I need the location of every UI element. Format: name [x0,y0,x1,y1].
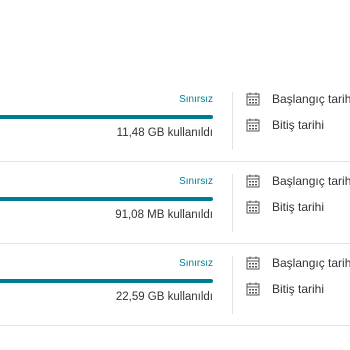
end-date-label: Bitiş tarihi [272,118,325,132]
usage-progress-bar [0,279,213,283]
start-date-label: Başlangıç tarihi [272,174,350,188]
limit-label: Sınırsız [179,94,213,105]
usage-progress-fill [0,197,213,201]
calendar-icon [246,282,260,296]
start-date-label: Başlangıç tarihi [272,92,350,106]
usage-text: 91,08 MB kullanıldı [115,209,213,221]
usage-page: Sınırsız 11,48 GB kullanıldı Başlangıç t… [0,0,350,350]
usage-progress-bar [0,115,213,119]
calendar-icon [246,200,260,214]
row-divider [0,325,350,326]
package-row: Sınırsız 22,59 GB kullanıldı Başlangıç t… [0,244,350,326]
limit-label: Sınırsız [179,258,213,269]
calendar-icon [246,256,260,270]
usage-text: 11,48 GB kullanıldı [116,127,213,139]
calendar-icon [246,118,260,132]
end-date: Bitiş tarihi [246,281,324,297]
start-date: Başlangıç tarihi [246,91,350,107]
calendar-icon [246,174,260,188]
end-date: Bitiş tarihi [246,117,324,133]
start-date-label: Başlangıç tarihi [272,256,350,270]
end-date-label: Bitiş tarihi [272,282,325,296]
column-divider [232,92,233,150]
limit-label: Sınırsız [179,176,213,187]
usage-progress-bar [0,197,213,201]
package-row: Sınırsız 91,08 MB kullanıldı Başlangıç t… [0,162,350,244]
usage-progress-fill [0,115,213,119]
end-date-label: Bitiş tarihi [272,200,325,214]
start-date: Başlangıç tarihi [246,173,350,189]
usage-text: 22,59 GB kullanıldı [115,291,213,303]
column-divider [232,174,233,232]
column-divider [232,256,233,314]
start-date: Başlangıç tarihi [246,255,350,271]
calendar-icon [246,92,260,106]
end-date: Bitiş tarihi [246,199,324,215]
usage-progress-fill [0,279,213,283]
package-row: Sınırsız 11,48 GB kullanıldı Başlangıç t… [0,80,350,162]
